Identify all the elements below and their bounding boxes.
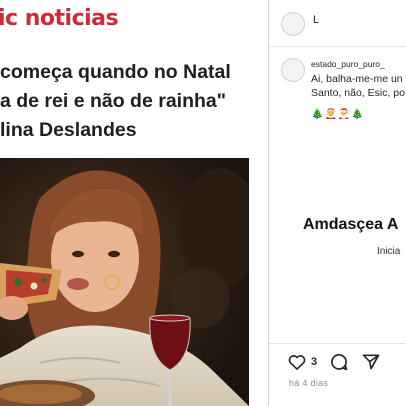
banner-subtitle[interactable]: Inicia — [377, 246, 400, 257]
post-username[interactable]: L — [313, 14, 319, 26]
caption-username[interactable]: estado_puro_puro_ — [311, 57, 406, 71]
caption-line: Santo, não, Esic, po — [311, 87, 405, 99]
news-brand-logo: ic noticias — [0, 6, 119, 31]
article-headline: começa quando no Natal a de rei e não de… — [0, 58, 268, 145]
headline-line: começa quando no Natal — [0, 61, 231, 83]
article-photo — [0, 158, 249, 406]
caption-emojis: 🎄🤶🎅🎄 — [311, 109, 365, 120]
caption-line: Ai, balha-me-me un — [311, 73, 403, 85]
banner-title: Amdasçea A — [303, 216, 399, 233]
comment-icon[interactable] — [329, 352, 349, 377]
post-panel: L estado_puro_puro_ Ai, balha-me-me un S… — [269, 0, 406, 406]
post-caption: estado_puro_puro_ Ai, balha-me-me un San… — [311, 57, 406, 100]
actions-separator — [269, 343, 406, 344]
headline-line: a de rei e não de rainha" — [0, 90, 226, 112]
headline-line: lina Deslandes — [0, 119, 137, 141]
caption-avatar[interactable] — [281, 58, 305, 82]
share-icon[interactable] — [361, 352, 381, 377]
heart-icon[interactable] — [287, 352, 307, 377]
header-separator — [269, 46, 406, 47]
post-timestamp: há 4 dias — [289, 378, 329, 388]
like-count[interactable]: 3 — [311, 356, 317, 368]
article-image: ic noticias começa quando no Natal a de … — [0, 0, 268, 406]
photo-illustration — [0, 158, 249, 406]
avatar[interactable] — [281, 12, 305, 36]
